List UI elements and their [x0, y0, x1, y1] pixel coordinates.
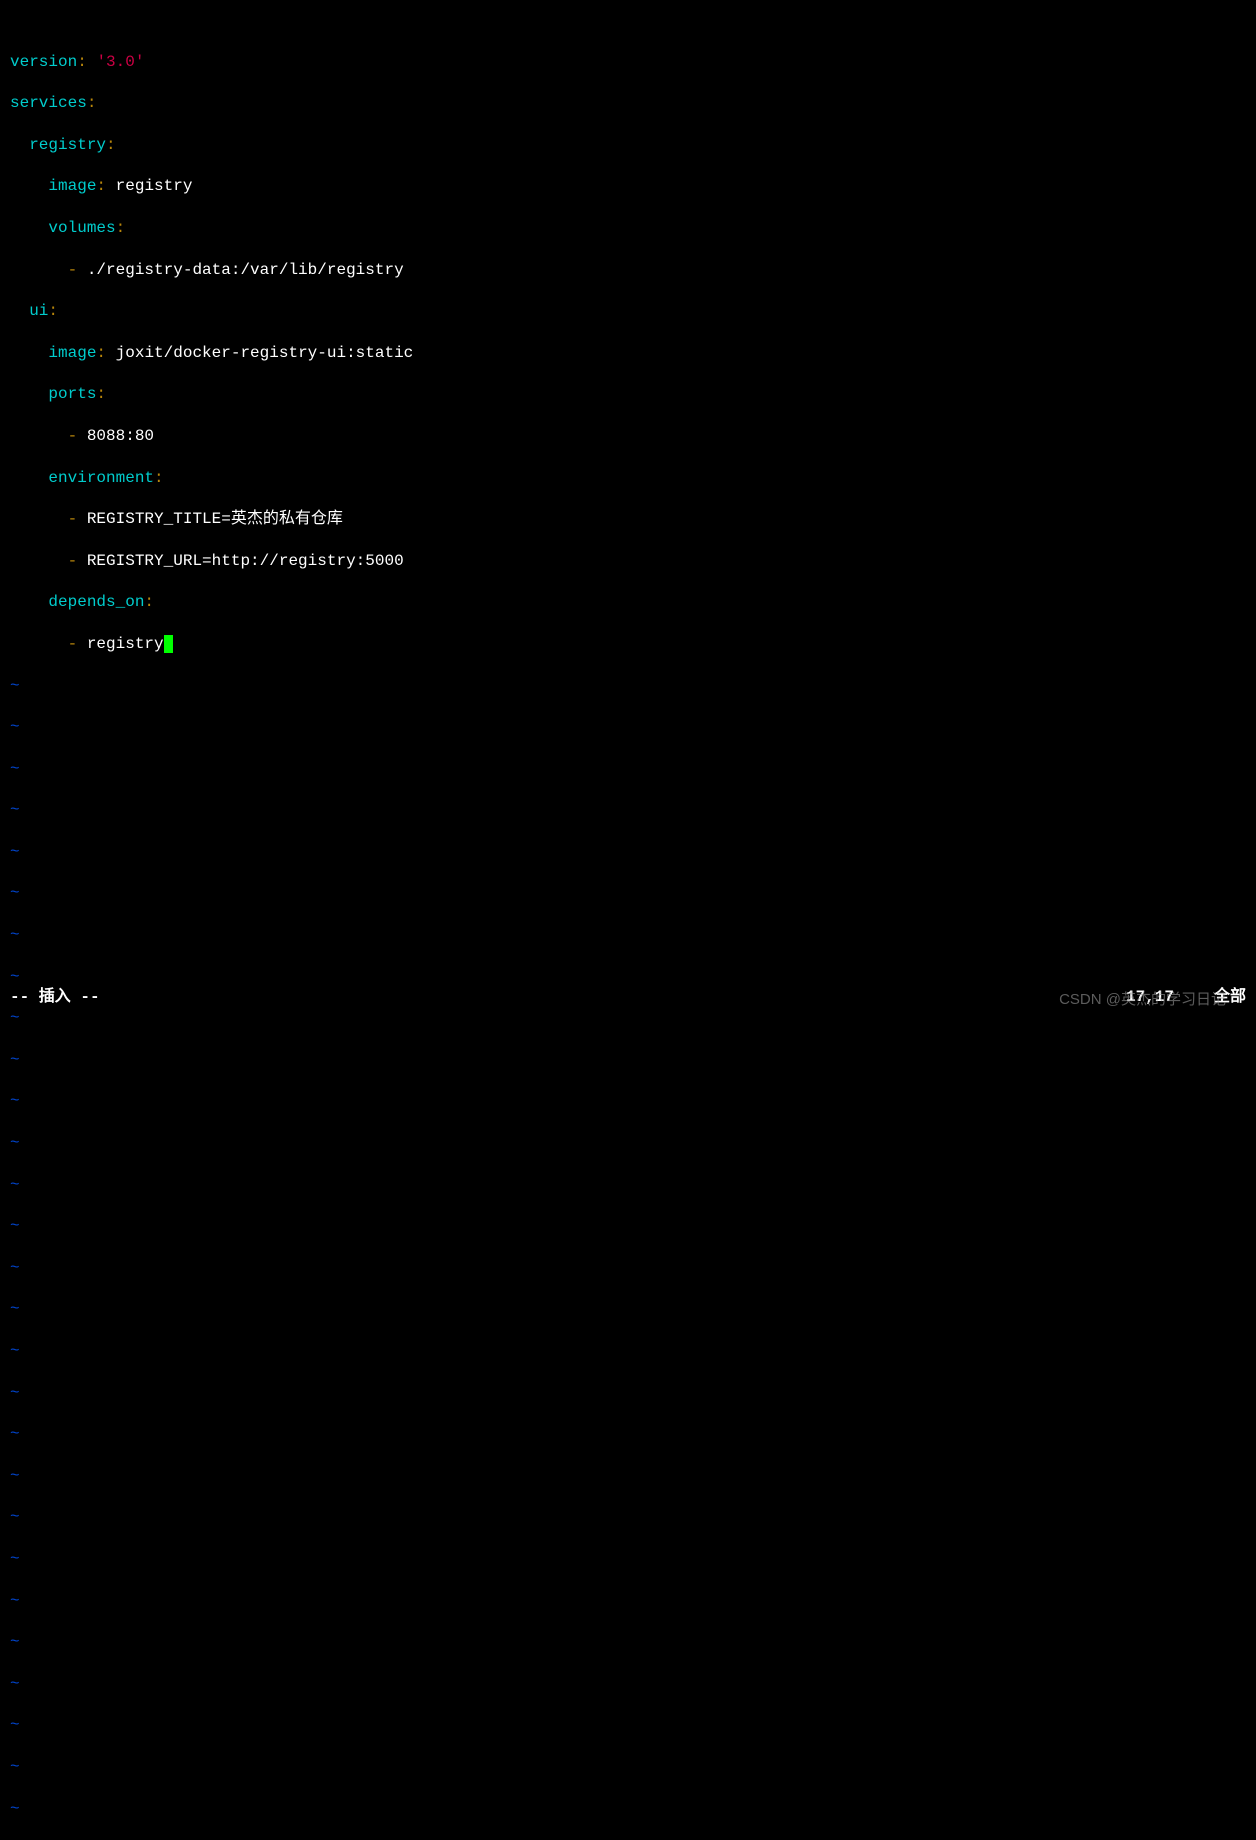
yaml-value: '3.0' — [96, 53, 144, 71]
yaml-key: environment — [48, 469, 154, 487]
vim-tilde: ~ — [10, 676, 1246, 697]
vim-tilde: ~ — [10, 1133, 1246, 1154]
vim-tilde: ~ — [10, 1799, 1246, 1820]
vim-tilde: ~ — [10, 1715, 1246, 1736]
yaml-key: image — [48, 344, 96, 362]
vim-tilde: ~ — [10, 759, 1246, 780]
vim-tilde: ~ — [10, 1050, 1246, 1071]
watermark-text: CSDN @英杰的学习日记 — [1059, 990, 1226, 1010]
vim-tilde: ~ — [10, 1424, 1246, 1445]
yaml-key: registry — [29, 136, 106, 154]
yaml-key: services — [10, 94, 87, 112]
vim-tilde: ~ — [10, 1341, 1246, 1362]
vim-tilde: ~ — [10, 1175, 1246, 1196]
yaml-key: ui — [29, 302, 48, 320]
vim-tilde: ~ — [10, 925, 1246, 946]
yaml-value: joxit/docker-registry-ui:static — [106, 344, 413, 362]
vim-tilde: ~ — [10, 1383, 1246, 1404]
vim-tilde: ~ — [10, 883, 1246, 904]
yaml-key: version — [10, 53, 77, 71]
yaml-key: depends_on — [48, 593, 144, 611]
yaml-value: 8088:80 — [77, 427, 154, 445]
vim-tilde: ~ — [10, 1674, 1246, 1695]
cursor-block — [164, 635, 173, 653]
vim-tilde: ~ — [10, 842, 1246, 863]
yaml-value: REGISTRY_URL=http://registry:5000 — [77, 552, 403, 570]
vim-tilde: ~ — [10, 1507, 1246, 1528]
vim-tilde: ~ — [10, 1466, 1246, 1487]
vim-tilde: ~ — [10, 800, 1246, 821]
yaml-value: ./registry-data:/var/lib/registry — [77, 261, 403, 279]
vim-tilde: ~ — [10, 1591, 1246, 1612]
yaml-key: volumes — [48, 219, 115, 237]
yaml-value: registry — [106, 177, 192, 195]
vim-tilde: ~ — [10, 1091, 1246, 1112]
vim-mode-indicator: -- 插入 -- — [10, 987, 100, 1008]
vim-tilde: ~ — [10, 717, 1246, 738]
yaml-value: REGISTRY_TITLE=英杰的私有仓库 — [77, 510, 343, 528]
vim-tilde: ~ — [10, 1299, 1246, 1320]
yaml-key: image — [48, 177, 96, 195]
vim-tilde: ~ — [10, 1216, 1246, 1237]
vim-tilde: ~ — [10, 1008, 1246, 1029]
yaml-key: ports — [48, 385, 96, 403]
vim-tilde: ~ — [10, 1258, 1246, 1279]
yaml-value: registry — [77, 635, 163, 653]
vim-tilde: ~ — [10, 1757, 1246, 1778]
vim-editor[interactable]: version: '3.0' services: registry: image… — [0, 0, 1256, 1840]
vim-tilde: ~ — [10, 1632, 1246, 1653]
vim-tilde: ~ — [10, 967, 1246, 988]
vim-tilde: ~ — [10, 1549, 1246, 1570]
